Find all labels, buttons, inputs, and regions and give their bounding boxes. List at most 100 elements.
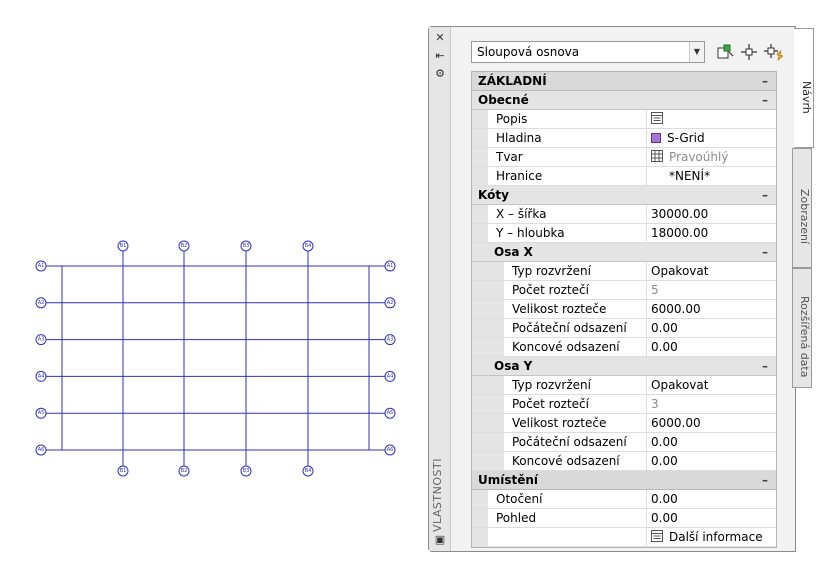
grid-row-bubble-left[interactable]: A3 [35,334,47,346]
property-value[interactable]: 0.00 [646,490,776,508]
row-gutter [472,300,504,318]
property-label: Počáteční odsazení [512,321,627,335]
property-value[interactable]: 6000.00 [646,414,776,432]
close-icon[interactable]: ✕ [433,31,447,45]
grid-row-bubble-left[interactable]: A6 [35,444,47,456]
chevron-down-icon[interactable]: ▼ [689,42,704,62]
row-gutter [472,452,504,470]
category-header[interactable]: ZÁKLADNÍ – [472,72,776,91]
grid-bubble-label: A4 [387,373,394,379]
grid-row-bubble-left[interactable]: A4 [35,370,47,382]
grid-bubble-label: B3 [243,468,250,474]
grid-column-bubble-top[interactable]: B4 [302,240,314,252]
pick-objects-icon[interactable] [739,42,759,62]
object-type-select[interactable]: Sloupová osnova ▼ [471,41,705,63]
row-gutter [472,433,504,451]
property-row[interactable]: Počet roztečí 5 [472,281,776,300]
property-label: Tvar [496,150,523,164]
category-header[interactable]: Osa X – [472,243,776,262]
property-value[interactable]: 5 [646,281,776,299]
tab-display[interactable]: Zobrazení [792,148,812,268]
property-value-text: 3 [651,397,659,411]
grid-row-bubble-right[interactable]: A5 [384,407,396,419]
quick-select-icon[interactable] [715,42,735,62]
settings-icon[interactable]: ⚙ [433,67,447,81]
property-value[interactable]: 0.00 [646,452,776,470]
property-value-text: 0.00 [651,321,678,335]
grid-column-bubble-bottom[interactable]: B4 [302,465,314,477]
grid-row-bubble-right[interactable]: A4 [384,370,396,382]
palette-menu-icon[interactable]: ▣ [433,533,447,547]
property-row[interactable]: Počáteční odsazení 0.00 [472,319,776,338]
property-value[interactable]: *NENÍ* [646,167,776,185]
toggle-pickadd-icon[interactable] [763,42,783,62]
category-label: ZÁKLADNÍ [478,74,547,88]
property-value[interactable]: 30000.00 [646,205,776,223]
category-header[interactable]: Obecné – [472,91,776,110]
property-row[interactable]: Další informace [472,528,776,547]
property-value[interactable]: 6000.00 [646,300,776,318]
grid-column-bubble-top[interactable]: B2 [178,240,190,252]
grid-column-bubble-top[interactable]: B1 [117,240,129,252]
grid-row-bubble-left[interactable]: A1 [35,260,47,272]
property-row[interactable]: Hranice *NENÍ* [472,167,776,186]
property-value[interactable]: 0.00 [646,338,776,356]
property-row[interactable]: Typ rozvržení Opakovat [472,262,776,281]
property-row[interactable]: Velikost rozteče 6000.00 [472,414,776,433]
collapse-icon[interactable]: – [762,243,768,261]
property-value[interactable]: 3 [646,395,776,413]
collapse-icon[interactable]: – [762,471,768,489]
property-value[interactable]: 0.00 [646,433,776,451]
grid-row-bubble-right[interactable]: A1 [384,260,396,272]
grid-bubble-label: A6 [38,447,45,453]
grid-column-bubble-bottom[interactable]: B2 [178,465,190,477]
row-gutter [472,281,504,299]
category-header[interactable]: Umístění – [472,471,776,490]
collapse-icon[interactable]: – [762,72,768,90]
property-row[interactable]: Velikost rozteče 6000.00 [472,300,776,319]
grid-row-bubble-right[interactable]: A2 [384,297,396,309]
property-row[interactable]: Hladina S-Grid [472,129,776,148]
property-row[interactable]: X – šířka 30000.00 [472,205,776,224]
property-value[interactable]: Opakovat [646,262,776,280]
property-value[interactable]: Pravoúhlý [646,148,776,166]
grid-row-bubble-left[interactable]: A2 [35,297,47,309]
collapse-icon[interactable]: – [762,91,768,109]
property-row[interactable]: Y – hloubka 18000.00 [472,224,776,243]
property-label: Hranice [496,169,543,183]
category-header[interactable]: Kóty – [472,186,776,205]
property-row[interactable]: Koncové odsazení 0.00 [472,338,776,357]
grid-column-bubble-bottom[interactable]: B3 [240,465,252,477]
tab-extended-data[interactable]: Rozšířená data [792,268,812,388]
collapse-icon[interactable]: – [762,357,768,375]
column-grid-drawing[interactable]: A1 A1 A2 A2 A3 A3 A4 A4 A5 A5 A6 A6 B1 B1 B2 B2 B3 B3 B4 B4 [0,0,420,520]
grid-column-bubble-top[interactable]: B3 [240,240,252,252]
property-row[interactable]: Počet roztečí 3 [472,395,776,414]
properties-palette: ✕ ⇤ ⚙ VLASTNOSTI ▣ Sloupová osnova ▼ ZÁK… [428,26,796,552]
property-value[interactable]: Opakovat [646,376,776,394]
property-row[interactable]: Typ rozvržení Opakovat [472,376,776,395]
category-header[interactable]: Osa Y – [472,357,776,376]
grid-bubble-label: A1 [387,263,394,269]
property-row[interactable]: Popis [472,110,776,129]
property-value[interactable] [646,110,776,128]
property-value[interactable]: S-Grid [646,129,776,147]
property-value[interactable]: Další informace [646,528,776,546]
property-value[interactable]: 0.00 [646,319,776,337]
property-row[interactable]: Otočení 0.00 [472,490,776,509]
property-label: Popis [496,112,528,126]
property-row[interactable]: Tvar Pravoúhlý [472,148,776,167]
property-row[interactable]: Počáteční odsazení 0.00 [472,433,776,452]
grid-row-bubble-right[interactable]: A3 [384,334,396,346]
property-row[interactable]: Pohled 0.00 [472,509,776,528]
property-row[interactable]: Koncové odsazení 0.00 [472,452,776,471]
property-value[interactable]: 0.00 [646,509,776,527]
tab-design[interactable]: Návrh [794,28,814,148]
grid-row-bubble-left[interactable]: A5 [35,407,47,419]
grid-row-bubble-right[interactable]: A6 [384,444,396,456]
property-value[interactable]: 18000.00 [646,224,776,242]
property-label: Pohled [496,511,537,525]
auto-hide-icon[interactable]: ⇤ [433,49,447,63]
grid-column-bubble-bottom[interactable]: B1 [117,465,129,477]
collapse-icon[interactable]: – [762,186,768,204]
